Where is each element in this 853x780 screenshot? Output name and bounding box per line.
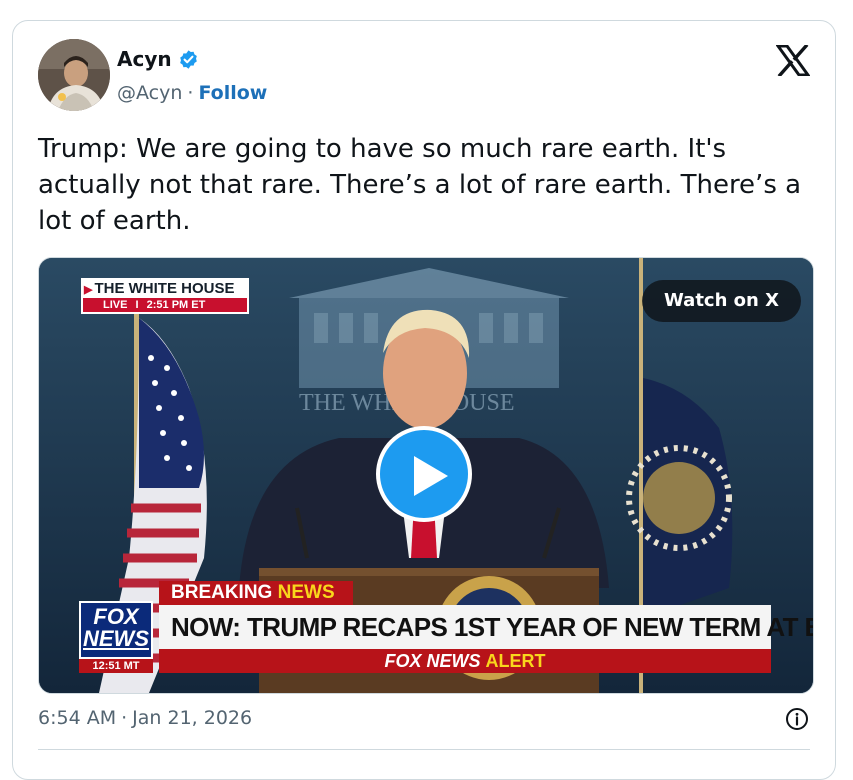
banner-source: THE WHITE HOUSE [94, 280, 235, 297]
footer-divider [38, 749, 810, 750]
chyron-breaking: BREAKING NEWS [159, 581, 353, 605]
banner-time: 2:51 PM ET [146, 299, 206, 311]
handle-row: @Acyn · Follow [117, 82, 267, 104]
follow-button[interactable]: Follow [198, 82, 267, 104]
banner-live: LIVE [103, 299, 128, 311]
handle-separator: · [187, 82, 194, 104]
author-name[interactable]: Acyn [117, 47, 172, 71]
timestamp-separator: · [121, 707, 128, 729]
info-icon[interactable] [785, 707, 809, 731]
watch-on-x-button[interactable]: Watch on X [641, 280, 801, 322]
network-logo: FOX NEWS [79, 601, 153, 659]
timestamp-date: Jan 21, 2026 [132, 707, 253, 729]
play-icon [414, 456, 448, 496]
chyron-alert-bar: FOX NEWS ALERT [159, 649, 771, 673]
tweet-card: Acyn @Acyn · Follow Trump: We are going … [12, 20, 836, 780]
chyron-headline: NOW: TRUMP RECAPS 1ST YEAR OF NEW TERM A… [159, 605, 813, 649]
verified-badge-icon [178, 49, 199, 70]
alert-label: ALERT [485, 651, 546, 671]
chyron-breaking-word: BREAKING [171, 582, 273, 603]
avatar[interactable] [38, 39, 110, 111]
live-source-banner: ▶ THE WHITE HOUSE LIVE I 2:51 PM ET [81, 278, 249, 314]
x-logo-icon[interactable] [775, 43, 811, 78]
timestamp-time: 6:54 AM [38, 707, 117, 729]
alert-brand: FOX NEWS [384, 651, 481, 671]
play-button[interactable] [376, 426, 472, 522]
author-name-row: Acyn [117, 47, 199, 71]
logo-line2: NEWS [83, 626, 149, 651]
video-player[interactable]: THE WHITE HOUSE [38, 257, 814, 694]
tweet-timestamp[interactable]: 6:54 AM · Jan 21, 2026 [38, 707, 252, 729]
author-handle[interactable]: @Acyn [117, 82, 182, 104]
banner-divider: I [135, 299, 139, 311]
logo-time: 12:51 MT [79, 659, 153, 673]
chyron-news-word: NEWS [277, 582, 335, 603]
tweet-text: Trump: We are going to have so much rare… [38, 134, 802, 236]
